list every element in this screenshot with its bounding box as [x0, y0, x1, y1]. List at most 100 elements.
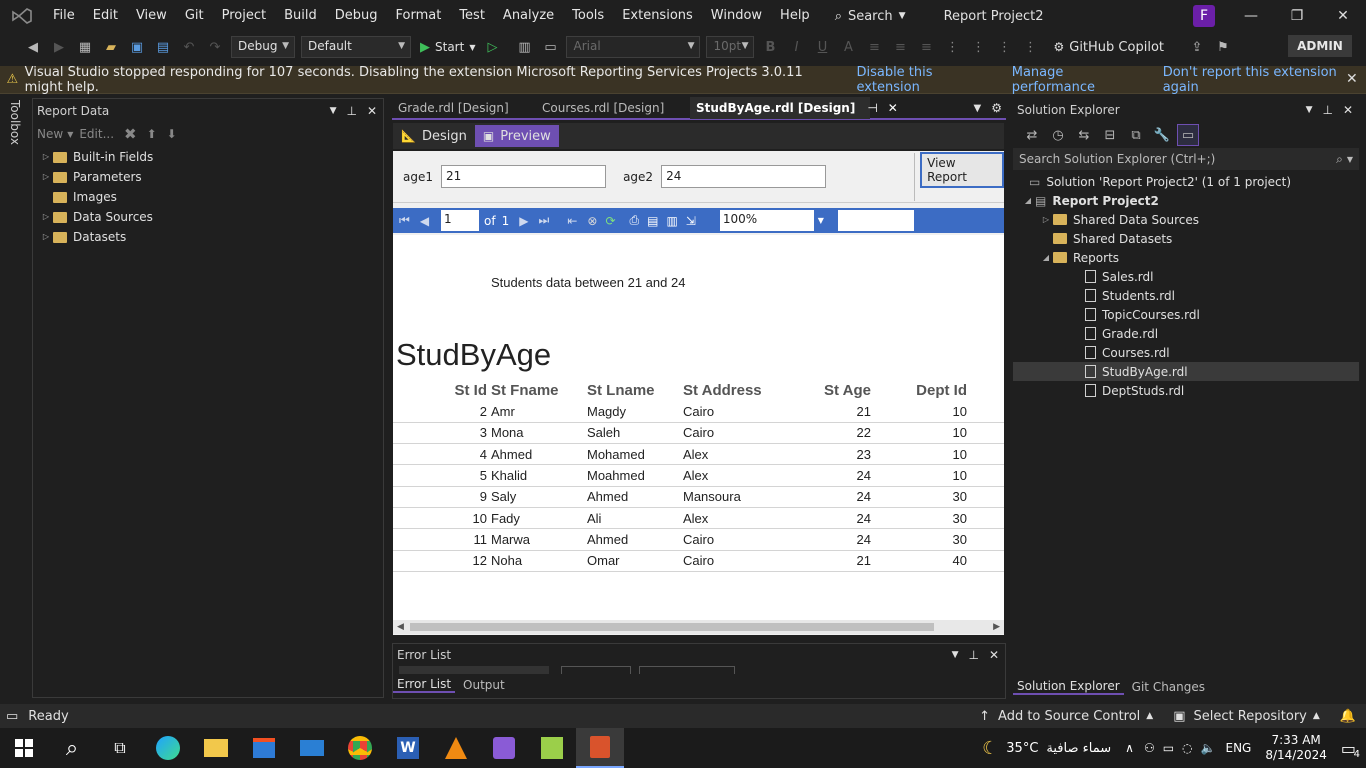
volume-icon[interactable]: 🔈: [1201, 741, 1216, 755]
font-select[interactable]: Arial ▼: [566, 36, 701, 58]
tree-item-parameters[interactable]: ▷ Parameters: [39, 167, 383, 187]
age2-input[interactable]: 24: [661, 165, 827, 188]
tab-output[interactable]: Output: [459, 678, 509, 692]
language-indicator[interactable]: ENG: [1225, 741, 1251, 755]
tab-close-icon[interactable]: ✕: [888, 97, 898, 119]
folder-shared-data-sources[interactable]: ▷ Shared Data Sources: [1013, 210, 1359, 229]
tab-git-changes[interactable]: Git Changes: [1128, 680, 1209, 694]
edge-icon[interactable]: [144, 728, 192, 768]
folder-shared-datasets[interactable]: Shared Datasets: [1013, 229, 1359, 248]
file-grade[interactable]: Grade.rdl: [1013, 324, 1359, 343]
pin-icon[interactable]: ⊥: [346, 104, 356, 118]
file-explorer-icon[interactable]: [192, 728, 240, 768]
solution-search-input[interactable]: Search Solution Explorer (Ctrl+;) ⌕ ▼: [1013, 148, 1359, 170]
move-down-icon[interactable]: ⬇: [167, 127, 177, 141]
tab-design[interactable]: 📐 Design: [393, 125, 475, 147]
back-to-parent-icon[interactable]: ⇤: [567, 214, 577, 228]
zoom-select[interactable]: 100% ▼: [719, 210, 828, 231]
menu-git[interactable]: Git: [176, 0, 213, 32]
avatar[interactable]: F: [1193, 5, 1215, 27]
add-to-source-control-button[interactable]: ↑ Add to Source Control ▲: [979, 709, 1153, 724]
settings-icon[interactable]: ⚙: [991, 101, 1002, 115]
open-folder-icon[interactable]: ▰: [100, 36, 122, 58]
wifi-icon[interactable]: ◌: [1182, 741, 1192, 755]
new-item-icon[interactable]: ▦: [74, 36, 96, 58]
scope-select[interactable]: [399, 666, 549, 674]
undo-icon[interactable]: ↶: [178, 36, 200, 58]
redo-icon[interactable]: ↷: [204, 36, 226, 58]
tab-solution-explorer[interactable]: Solution Explorer: [1013, 679, 1124, 695]
notepad-plus-icon[interactable]: [528, 728, 576, 768]
folder-reports[interactable]: ◢ Reports: [1013, 248, 1359, 267]
save-icon[interactable]: ▣: [126, 36, 148, 58]
align-left-icon[interactable]: ≡: [863, 36, 885, 58]
first-page-icon[interactable]: ⏮: [399, 213, 410, 228]
menu-tools[interactable]: Tools: [563, 0, 613, 32]
menu-edit[interactable]: Edit: [84, 0, 127, 32]
pin-icon[interactable]: ⊥: [1322, 103, 1332, 117]
scrollbar-thumb[interactable]: [409, 623, 934, 631]
vlc-icon[interactable]: [432, 728, 480, 768]
configuration-select[interactable]: Debug ▼: [231, 36, 295, 58]
solution-node[interactable]: ▭ Solution 'Report Project2' (1 of 1 pro…: [1013, 172, 1359, 191]
align-center-icon[interactable]: ≡: [889, 36, 911, 58]
last-page-icon[interactable]: ⏭: [539, 213, 550, 228]
notification-center[interactable]: ▭ 4: [1341, 739, 1360, 760]
restore-icon[interactable]: ❐: [1274, 0, 1320, 32]
align-right-icon[interactable]: ≡: [915, 36, 937, 58]
delete-icon[interactable]: ✖: [124, 125, 137, 143]
show-hidden-icons[interactable]: ∧: [1125, 741, 1134, 755]
windows-start-icon[interactable]: [0, 728, 48, 768]
tree-item-images[interactable]: Images: [39, 187, 383, 207]
distribute-2-icon[interactable]: ⋮: [967, 36, 989, 58]
manage-performance-link[interactable]: Manage performance: [1012, 65, 1144, 95]
admin-badge[interactable]: ADMIN: [1288, 35, 1352, 57]
share-icon[interactable]: ⇪: [1186, 36, 1208, 58]
collapse-all-icon[interactable]: ⊟: [1099, 124, 1121, 146]
close-icon[interactable]: ✕: [1320, 0, 1366, 32]
pin-icon[interactable]: ⊥: [968, 648, 978, 662]
menu-file[interactable]: File: [44, 0, 84, 32]
visual-studio-icon[interactable]: [480, 728, 528, 768]
menu-test[interactable]: Test: [450, 0, 494, 32]
project-node[interactable]: ◢ ▤ Report Project2: [1013, 191, 1359, 210]
refresh-icon[interactable]: ⟳: [605, 214, 615, 228]
file-students[interactable]: Students.rdl: [1013, 286, 1359, 305]
network-icon[interactable]: ⚇: [1144, 741, 1155, 755]
search-menu[interactable]: ⌕ Search ▼: [827, 9, 914, 24]
page-number-input[interactable]: 1: [441, 210, 480, 231]
start-without-debugging-icon[interactable]: ▷: [481, 36, 503, 58]
font-color-icon[interactable]: A: [837, 36, 859, 58]
move-up-icon[interactable]: ⬆: [147, 127, 157, 141]
menu-window[interactable]: Window: [702, 0, 771, 32]
age1-input[interactable]: 21: [441, 165, 607, 188]
menu-debug[interactable]: Debug: [326, 0, 387, 32]
file-deptstuds[interactable]: DeptStuds.rdl: [1013, 381, 1359, 400]
task-view-icon[interactable]: ⧉: [96, 728, 144, 768]
view-report-button[interactable]: View Report: [920, 151, 1004, 188]
save-all-icon[interactable]: ▤: [152, 36, 174, 58]
menu-project[interactable]: Project: [213, 0, 275, 32]
panel-menu-icon[interactable]: ▼: [952, 650, 959, 660]
menu-help[interactable]: Help: [771, 0, 819, 32]
tab-studbyage[interactable]: StudByAge.rdl [Design] ⊣ ✕: [690, 97, 898, 119]
font-size-select[interactable]: 10pt ▼: [706, 36, 755, 58]
tab-error-list[interactable]: Error List: [393, 677, 456, 693]
word-icon[interactable]: W: [384, 728, 432, 768]
horizontal-scrollbar[interactable]: ◀ ▶: [393, 620, 1004, 634]
new-dropdown[interactable]: New: [37, 127, 63, 141]
clock[interactable]: 7:33 AM 8/14/2024: [1265, 733, 1327, 763]
mail-icon[interactable]: [288, 728, 336, 768]
find-input[interactable]: [837, 210, 914, 231]
show-all-files-icon[interactable]: ⧉: [1125, 124, 1147, 146]
tree-item-data-sources[interactable]: ▷ Data Sources: [39, 207, 383, 227]
file-topiccourses[interactable]: TopicCourses.rdl: [1013, 305, 1359, 324]
edit-button[interactable]: Edit...: [79, 127, 114, 141]
italic-icon[interactable]: I: [785, 36, 807, 58]
start-button[interactable]: ▶ Start ▼: [420, 40, 475, 55]
print-icon[interactable]: ⎙: [630, 213, 640, 228]
battery-icon[interactable]: ▭: [1163, 741, 1174, 755]
menu-extensions[interactable]: Extensions: [613, 0, 702, 32]
tab-preview[interactable]: ▣ Preview: [474, 125, 559, 147]
platform-select[interactable]: Default ▼: [301, 36, 411, 58]
